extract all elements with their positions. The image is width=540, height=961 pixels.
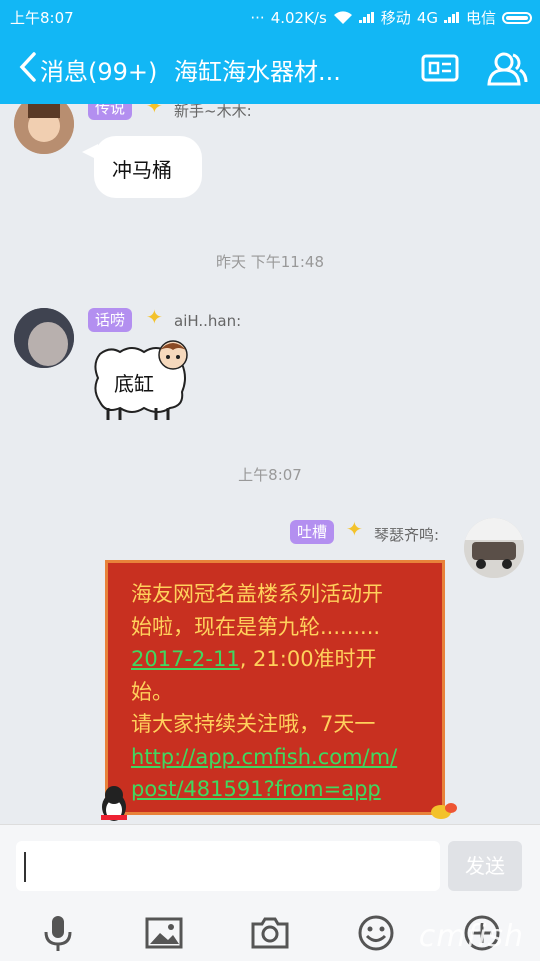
announcement-text: 海友网冠名盖楼系列活动开 始啦，现在是第九轮......... 2017-2-1… xyxy=(131,578,431,806)
star-icon: ✦ xyxy=(146,104,163,118)
carrier-1: 移动 xyxy=(380,9,411,27)
member-badge: 传说 xyxy=(88,104,133,120)
card-line: 海友网冠名盖楼系列活动开 xyxy=(131,582,383,606)
penguin-icon xyxy=(101,786,127,821)
watermark: cmfish xyxy=(418,919,524,954)
star-icon: ✦ xyxy=(346,517,363,541)
message-bubble[interactable]: 冲马桶 xyxy=(94,136,202,198)
timestamp: 昨天 下午11:48 xyxy=(216,253,324,271)
message-text: 冲马桶 xyxy=(112,158,172,182)
group-profile-icon[interactable] xyxy=(420,48,460,88)
card-line: , 21:00准时开 xyxy=(239,647,377,671)
group-members-icon[interactable] xyxy=(486,48,528,90)
card-line: 始啦，现在是第九轮......... xyxy=(131,614,381,639)
battery-icon xyxy=(502,11,532,24)
status-bar: 上午8:07 ··· 4.02K/s 移动 4G 电信 xyxy=(0,0,540,32)
carrier-2: 电信 xyxy=(465,9,496,27)
bubble-tail xyxy=(82,144,98,160)
timestamp: 上午8:07 xyxy=(238,466,302,484)
sheep-bubble[interactable]: 底缸 xyxy=(92,340,188,420)
message-input[interactable] xyxy=(16,841,440,891)
signal-icon xyxy=(358,12,375,23)
sender-name[interactable]: 琴瑟齐鸣: xyxy=(374,524,439,545)
url-link-cont[interactable]: post/481591?from=app xyxy=(131,777,381,801)
mic-icon[interactable] xyxy=(38,913,78,953)
chat-title: 海缸海水器材... xyxy=(174,58,341,86)
avatar[interactable] xyxy=(14,308,74,368)
net-speed: 4.02K/s xyxy=(270,8,327,27)
member-badge: 话唠 xyxy=(88,308,133,332)
sender-name[interactable]: 新手~木木: xyxy=(174,104,252,121)
sender-name[interactable]: aiH..han: xyxy=(174,312,241,330)
lantern-icon xyxy=(431,803,457,819)
signal-icon-2 xyxy=(443,12,460,23)
chat-area[interactable]: 传说 ✦ 新手~木木: 冲马桶 昨天 下午11:48 话唠 ✦ aiH..han… xyxy=(0,104,540,824)
date-link[interactable]: 2017-2-11 xyxy=(131,647,240,671)
send-button[interactable]: 发送 xyxy=(448,841,522,891)
title-bar: 消息(99+) 海缸海水器材... xyxy=(0,32,540,104)
network-type: 4G xyxy=(416,8,438,27)
back-button[interactable]: 消息(99+) xyxy=(40,52,157,87)
avatar[interactable] xyxy=(14,104,74,154)
sheep-face-icon xyxy=(158,340,188,370)
wifi-icon xyxy=(333,10,352,24)
image-icon[interactable] xyxy=(144,913,184,953)
avatar[interactable] xyxy=(464,518,524,578)
message-text: 底缸 xyxy=(114,372,154,396)
url-link[interactable]: http://app.cmfish.com/m/ xyxy=(131,745,397,769)
input-bar: 发送 cmfish xyxy=(0,824,540,961)
camera-icon[interactable] xyxy=(250,913,290,953)
card-line: 请大家持续关注哦，7天一 xyxy=(131,712,376,736)
member-badge: 吐槽 xyxy=(290,520,335,544)
text-cursor xyxy=(24,852,26,882)
card-line: 始。 xyxy=(131,679,173,704)
emoji-icon[interactable] xyxy=(356,913,396,953)
announcement-card[interactable]: 海友网冠名盖楼系列活动开 始啦，现在是第九轮......... 2017-2-1… xyxy=(101,560,457,821)
dots: ··· xyxy=(250,8,265,27)
star-icon: ✦ xyxy=(146,305,163,329)
status-time: 上午8:07 xyxy=(10,9,74,27)
